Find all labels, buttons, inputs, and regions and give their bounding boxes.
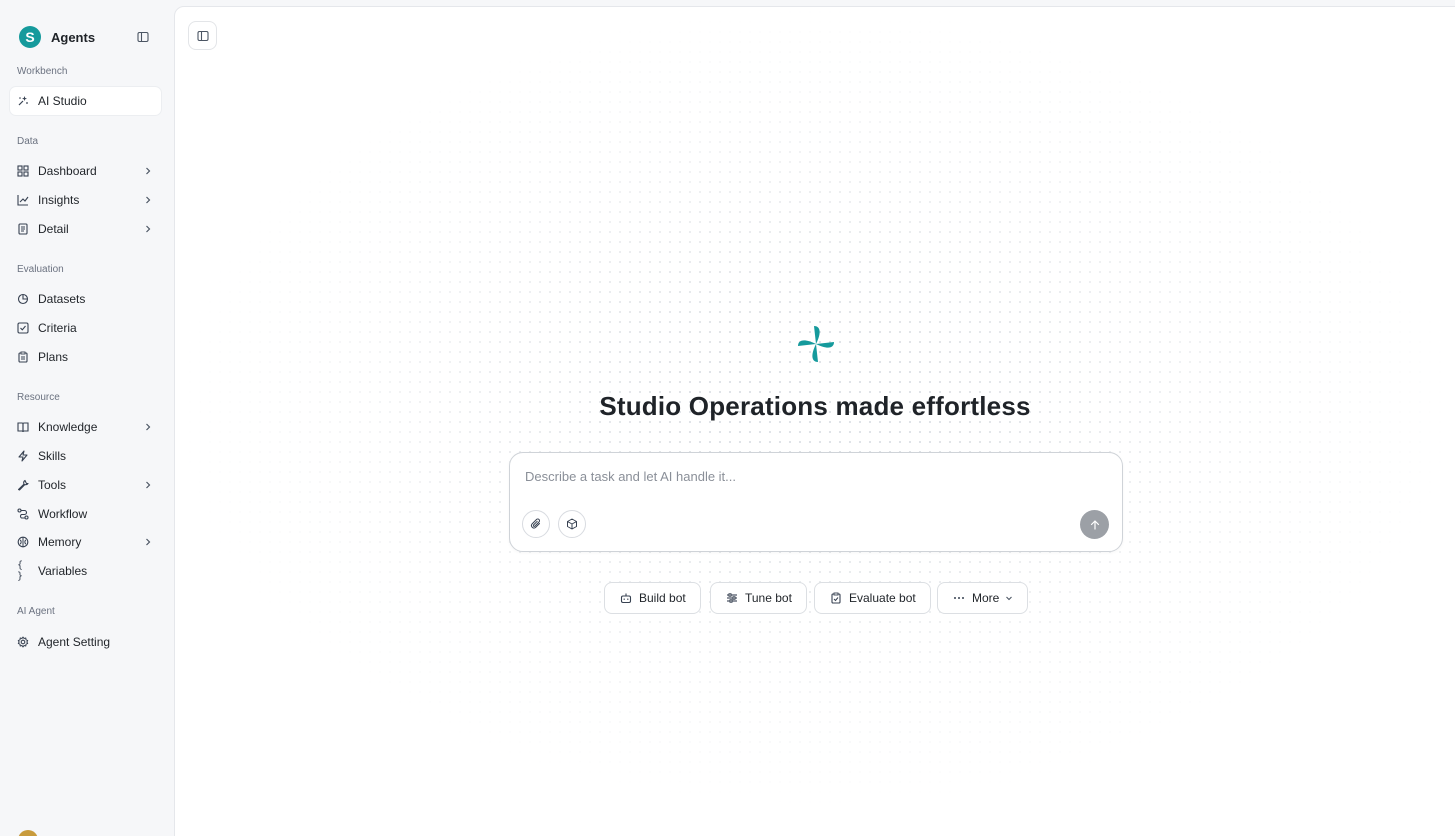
attach-button[interactable]: [522, 510, 550, 538]
file-icon: [17, 223, 29, 235]
avatar[interactable]: [18, 830, 38, 836]
sidebar-item-label: Plans: [38, 350, 69, 364]
sidebar-item-detail[interactable]: Detail: [10, 215, 161, 243]
prompt-composer: [509, 452, 1123, 552]
sidebar-collapse-button[interactable]: [136, 30, 150, 44]
sidebar-item-label: Criteria: [38, 321, 77, 335]
gear-icon: [17, 636, 29, 648]
sidebar-item-label: Variables: [38, 564, 88, 578]
sidebar-item-insights[interactable]: Insights: [10, 186, 161, 214]
wrench-icon: [17, 479, 29, 491]
braces-icon: { }: [17, 560, 23, 582]
sidebar-item-datasets[interactable]: Datasets: [10, 285, 161, 313]
chip-label: More: [972, 591, 1000, 605]
grid-icon: [17, 165, 29, 177]
chevron-right-icon: [143, 195, 153, 205]
arrow-up-icon: [1090, 519, 1099, 530]
sidebar-item-label: Detail: [38, 222, 69, 236]
sidebar-item-memory[interactable]: Memory: [10, 528, 161, 556]
check-square-icon: [17, 322, 29, 334]
sidebar-item-ai-studio[interactable]: AI Studio: [10, 87, 161, 115]
sidebar-item-label: AI Studio: [38, 94, 87, 108]
prompt-input[interactable]: [525, 465, 1085, 487]
chip-label: Build bot: [639, 591, 686, 605]
ellipsis-icon: [953, 592, 965, 604]
chevron-right-icon: [143, 480, 153, 490]
sidebar-item-label: Dashboard: [38, 164, 97, 178]
pinwheel-logo-icon: [798, 326, 834, 362]
section-label-ai-agent: AI Agent: [17, 606, 55, 617]
tune-bot-button[interactable]: Tune bot: [710, 582, 807, 614]
sidebar-item-label: Datasets: [38, 292, 86, 306]
bot-icon: [620, 592, 632, 604]
sidebar-item-agent-setting[interactable]: Agent Setting: [10, 628, 161, 656]
section-label-resource: Resource: [17, 392, 60, 403]
chevron-down-icon: [1005, 594, 1013, 602]
more-actions-button[interactable]: More: [937, 582, 1029, 614]
chip-label: Tune bot: [745, 591, 792, 605]
chevron-right-icon: [143, 537, 153, 547]
section-label-workbench: Workbench: [17, 66, 68, 77]
sidebar-item-label: Memory: [38, 535, 82, 549]
chevron-right-icon: [143, 224, 153, 234]
main-panel: Studio Operations made effortless Descri…: [174, 6, 1455, 836]
sidebar-item-label: Agent Setting: [38, 635, 111, 649]
sidebar-item-dashboard[interactable]: Dashboard: [10, 157, 161, 185]
sidebar-item-label: Tools: [38, 478, 67, 492]
build-bot-button[interactable]: Build bot: [604, 582, 701, 614]
sidebar-item-label: Skills: [38, 449, 67, 463]
chevron-right-icon: [143, 422, 153, 432]
sidebar-item-skills[interactable]: Skills: [10, 442, 161, 470]
sidebar-item-label: Workflow: [38, 507, 88, 521]
pie-icon: [17, 293, 29, 305]
send-button[interactable]: [1080, 510, 1109, 539]
route-icon: [17, 508, 29, 520]
sidebar-item-label: Knowledge: [38, 420, 98, 434]
sidebar: S Agents Workbench AI Studio Data Dashbo…: [0, 0, 174, 836]
section-label-data: Data: [17, 136, 39, 147]
cube-icon: [567, 518, 577, 530]
book-icon: [17, 421, 29, 433]
model-select-button[interactable]: [558, 510, 586, 538]
app-root: S Agents Workbench AI Studio Data Dashbo…: [0, 0, 1455, 836]
page-title: Studio Operations made effortless: [599, 391, 1031, 421]
sidebar-item-workflow[interactable]: Workflow: [10, 500, 161, 528]
brand-logo: S: [19, 26, 41, 48]
sidebar-toggle-icon: [137, 31, 149, 43]
sidebar-item-knowledge[interactable]: Knowledge: [10, 413, 161, 441]
line-chart-icon: [17, 194, 29, 206]
sidebar-item-criteria[interactable]: Criteria: [10, 314, 161, 342]
sparkle-icon: [17, 95, 29, 107]
sidebar-item-label: Insights: [38, 193, 80, 207]
chip-label: Evaluate bot: [849, 591, 916, 605]
section-label-evaluation: Evaluation: [17, 264, 64, 275]
brand[interactable]: S Agents: [19, 26, 95, 48]
bolt-icon: [17, 450, 29, 462]
clipboard-check-icon: [830, 592, 842, 604]
clipboard-icon: [17, 351, 29, 363]
chevron-right-icon: [143, 166, 153, 176]
sidebar-item-plans[interactable]: Plans: [10, 343, 161, 371]
brand-name: Agents: [51, 29, 96, 45]
panel-toggle-button[interactable]: [188, 21, 217, 50]
brain-icon: [17, 536, 29, 548]
sidebar-item-tools[interactable]: Tools: [10, 471, 161, 499]
sidebar-item-variables[interactable]: { } Variables: [10, 557, 161, 585]
paperclip-icon: [531, 518, 540, 529]
evaluate-bot-button[interactable]: Evaluate bot: [814, 582, 931, 614]
sliders-icon: [726, 592, 738, 604]
sidebar-toggle-icon: [196, 30, 209, 41]
